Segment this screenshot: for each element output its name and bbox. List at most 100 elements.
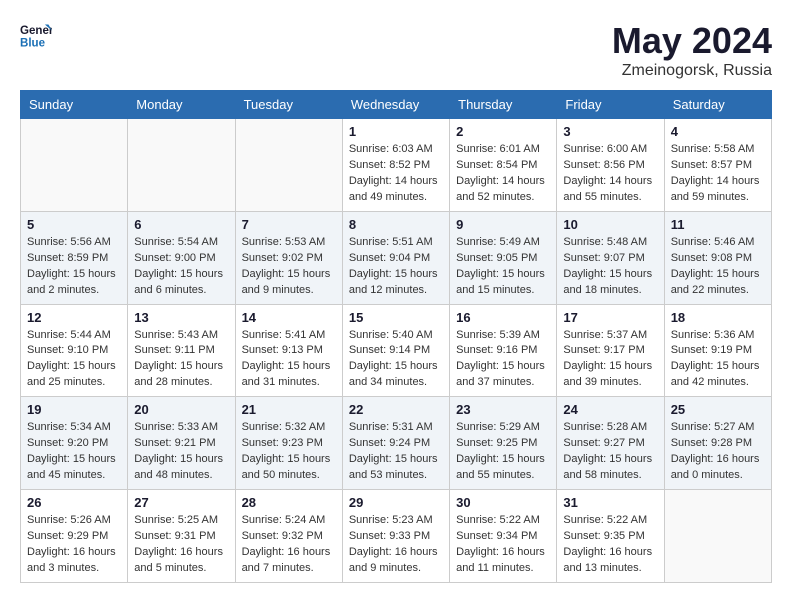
calendar-cell: 30 Sunrise: 5:22 AM Sunset: 9:34 PM Dayli… <box>450 490 557 583</box>
day-info: Sunrise: 5:22 AM Sunset: 9:35 PM Dayligh… <box>563 513 657 577</box>
day-number: 2 <box>456 124 550 139</box>
day-info: Sunrise: 5:22 AM Sunset: 9:34 PM Dayligh… <box>456 513 550 577</box>
day-info: Sunrise: 5:29 AM Sunset: 9:25 PM Dayligh… <box>456 420 550 484</box>
day-number: 1 <box>349 124 443 139</box>
day-number: 19 <box>27 402 121 417</box>
title-block: May 2024 Zmeinogorsk, Russia <box>612 20 772 80</box>
day-number: 24 <box>563 402 657 417</box>
calendar-cell: 3 Sunrise: 6:00 AM Sunset: 8:56 PM Daylig… <box>557 119 664 212</box>
day-number: 21 <box>242 402 336 417</box>
calendar-cell: 25 Sunrise: 5:27 AM Sunset: 9:28 PM Dayli… <box>664 397 771 490</box>
day-number: 10 <box>563 217 657 232</box>
weekday-header: Tuesday <box>235 91 342 119</box>
calendar-cell: 19 Sunrise: 5:34 AM Sunset: 9:20 PM Dayli… <box>21 397 128 490</box>
day-info: Sunrise: 5:51 AM Sunset: 9:04 PM Dayligh… <box>349 235 443 299</box>
calendar-cell: 13Sunrise: 5:43 AM Sunset: 9:11 PM Dayli… <box>128 304 235 397</box>
day-info: Sunrise: 5:25 AM Sunset: 9:31 PM Dayligh… <box>134 513 228 577</box>
day-number: 28 <box>242 495 336 510</box>
calendar-cell: 1Sunrise: 6:03 AM Sunset: 8:52 PM Daylig… <box>342 119 449 212</box>
day-number: 27 <box>134 495 228 510</box>
month-title: May 2024 <box>612 20 772 62</box>
day-info: Sunrise: 5:28 AM Sunset: 9:27 PM Dayligh… <box>563 420 657 484</box>
calendar-cell: 18 Sunrise: 5:36 AM Sunset: 9:19 PM Dayli… <box>664 304 771 397</box>
day-info: Sunrise: 5:39 AM Sunset: 9:16 PM Dayligh… <box>456 328 550 392</box>
calendar-cell: 9 Sunrise: 5:49 AM Sunset: 9:05 PM Daylig… <box>450 211 557 304</box>
weekday-header: Thursday <box>450 91 557 119</box>
calendar-cell: 15Sunrise: 5:40 AM Sunset: 9:14 PM Dayli… <box>342 304 449 397</box>
logo-icon: General Blue <box>20 20 52 52</box>
calendar-week-row: 12Sunrise: 5:44 AM Sunset: 9:10 PM Dayli… <box>21 304 772 397</box>
calendar-cell: 11 Sunrise: 5:46 AM Sunset: 9:08 PM Dayli… <box>664 211 771 304</box>
calendar-cell <box>128 119 235 212</box>
day-number: 5 <box>27 217 121 232</box>
svg-text:General: General <box>20 25 52 37</box>
calendar-cell: 22 Sunrise: 5:31 AM Sunset: 9:24 PM Dayli… <box>342 397 449 490</box>
day-number: 6 <box>134 217 228 232</box>
day-number: 25 <box>671 402 765 417</box>
calendar-cell: 31 Sunrise: 5:22 AM Sunset: 9:35 PM Dayli… <box>557 490 664 583</box>
day-number: 29 <box>349 495 443 510</box>
calendar: SundayMondayTuesdayWednesdayThursdayFrid… <box>20 90 772 583</box>
page-header: General Blue May 2024 Zmeinogorsk, Russi… <box>20 20 772 80</box>
calendar-week-row: 5Sunrise: 5:56 AM Sunset: 8:59 PM Daylig… <box>21 211 772 304</box>
day-info: Sunrise: 5:27 AM Sunset: 9:28 PM Dayligh… <box>671 420 765 484</box>
logo: General Blue <box>20 20 52 52</box>
calendar-cell: 27 Sunrise: 5:25 AM Sunset: 9:31 PM Dayli… <box>128 490 235 583</box>
calendar-cell: 14Sunrise: 5:41 AM Sunset: 9:13 PM Dayli… <box>235 304 342 397</box>
day-number: 8 <box>349 217 443 232</box>
calendar-cell: 5Sunrise: 5:56 AM Sunset: 8:59 PM Daylig… <box>21 211 128 304</box>
day-number: 15 <box>349 310 443 325</box>
day-number: 18 <box>671 310 765 325</box>
calendar-cell: 28 Sunrise: 5:24 AM Sunset: 9:32 PM Dayli… <box>235 490 342 583</box>
calendar-cell: 24 Sunrise: 5:28 AM Sunset: 9:27 PM Dayli… <box>557 397 664 490</box>
day-number: 7 <box>242 217 336 232</box>
calendar-cell: 10 Sunrise: 5:48 AM Sunset: 9:07 PM Dayli… <box>557 211 664 304</box>
day-info: Sunrise: 6:00 AM Sunset: 8:56 PM Dayligh… <box>563 142 657 206</box>
day-number: 31 <box>563 495 657 510</box>
day-info: Sunrise: 5:37 AM Sunset: 9:17 PM Dayligh… <box>563 328 657 392</box>
calendar-cell: 17 Sunrise: 5:37 AM Sunset: 9:17 PM Dayli… <box>557 304 664 397</box>
day-info: Sunrise: 5:34 AM Sunset: 9:20 PM Dayligh… <box>27 420 121 484</box>
day-info: Sunrise: 5:36 AM Sunset: 9:19 PM Dayligh… <box>671 328 765 392</box>
day-number: 4 <box>671 124 765 139</box>
calendar-cell: 29Sunrise: 5:23 AM Sunset: 9:33 PM Dayli… <box>342 490 449 583</box>
calendar-cell: 16 Sunrise: 5:39 AM Sunset: 9:16 PM Dayli… <box>450 304 557 397</box>
calendar-week-row: 19 Sunrise: 5:34 AM Sunset: 9:20 PM Dayli… <box>21 397 772 490</box>
day-number: 3 <box>563 124 657 139</box>
calendar-cell: 4Sunrise: 5:58 AM Sunset: 8:57 PM Daylig… <box>664 119 771 212</box>
day-number: 16 <box>456 310 550 325</box>
calendar-cell: 7 Sunrise: 5:53 AM Sunset: 9:02 PM Daylig… <box>235 211 342 304</box>
calendar-cell: 8 Sunrise: 5:51 AM Sunset: 9:04 PM Daylig… <box>342 211 449 304</box>
weekday-header-row: SundayMondayTuesdayWednesdayThursdayFrid… <box>21 91 772 119</box>
weekday-header: Monday <box>128 91 235 119</box>
day-number: 17 <box>563 310 657 325</box>
day-number: 9 <box>456 217 550 232</box>
svg-text:Blue: Blue <box>20 38 46 50</box>
day-number: 23 <box>456 402 550 417</box>
calendar-cell: 12Sunrise: 5:44 AM Sunset: 9:10 PM Dayli… <box>21 304 128 397</box>
day-info: Sunrise: 5:24 AM Sunset: 9:32 PM Dayligh… <box>242 513 336 577</box>
day-info: Sunrise: 5:49 AM Sunset: 9:05 PM Dayligh… <box>456 235 550 299</box>
weekday-header: Sunday <box>21 91 128 119</box>
day-info: Sunrise: 5:32 AM Sunset: 9:23 PM Dayligh… <box>242 420 336 484</box>
calendar-week-row: 26Sunrise: 5:26 AM Sunset: 9:29 PM Dayli… <box>21 490 772 583</box>
calendar-cell: 20 Sunrise: 5:33 AM Sunset: 9:21 PM Dayli… <box>128 397 235 490</box>
day-info: Sunrise: 5:31 AM Sunset: 9:24 PM Dayligh… <box>349 420 443 484</box>
calendar-cell: 26Sunrise: 5:26 AM Sunset: 9:29 PM Dayli… <box>21 490 128 583</box>
calendar-cell: 6Sunrise: 5:54 AM Sunset: 9:00 PM Daylig… <box>128 211 235 304</box>
weekday-header: Friday <box>557 91 664 119</box>
day-info: Sunrise: 5:46 AM Sunset: 9:08 PM Dayligh… <box>671 235 765 299</box>
day-info: Sunrise: 5:48 AM Sunset: 9:07 PM Dayligh… <box>563 235 657 299</box>
calendar-week-row: 1Sunrise: 6:03 AM Sunset: 8:52 PM Daylig… <box>21 119 772 212</box>
day-number: 30 <box>456 495 550 510</box>
day-info: Sunrise: 6:01 AM Sunset: 8:54 PM Dayligh… <box>456 142 550 206</box>
day-info: Sunrise: 5:53 AM Sunset: 9:02 PM Dayligh… <box>242 235 336 299</box>
day-info: Sunrise: 5:33 AM Sunset: 9:21 PM Dayligh… <box>134 420 228 484</box>
calendar-cell: 2 Sunrise: 6:01 AM Sunset: 8:54 PM Daylig… <box>450 119 557 212</box>
calendar-cell: 21 Sunrise: 5:32 AM Sunset: 9:23 PM Dayli… <box>235 397 342 490</box>
calendar-cell <box>235 119 342 212</box>
day-info: Sunrise: 5:43 AM Sunset: 9:11 PM Dayligh… <box>134 328 228 392</box>
day-number: 20 <box>134 402 228 417</box>
day-number: 11 <box>671 217 765 232</box>
day-number: 22 <box>349 402 443 417</box>
